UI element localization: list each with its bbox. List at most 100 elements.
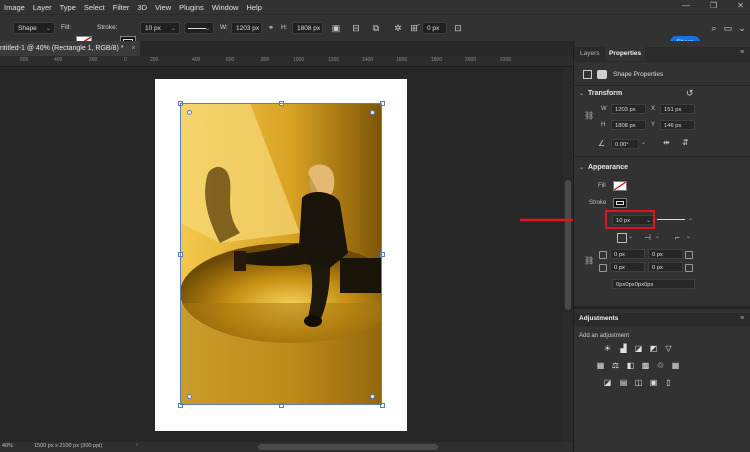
corners-all-value: 0px0px0px0px: [616, 282, 654, 288]
chevron-down-icon[interactable]: ⌄: [579, 90, 584, 97]
menu-image[interactable]: Image: [0, 3, 29, 12]
fill-swatch[interactable]: [613, 181, 627, 191]
x-field[interactable]: 151 px: [660, 104, 695, 114]
reset-transform-icon[interactable]: ↺: [686, 88, 694, 99]
search-icon[interactable]: ⌕: [708, 22, 720, 34]
chevron-right-icon[interactable]: ›: [136, 442, 138, 448]
menu-filter[interactable]: Filter: [109, 3, 134, 12]
selective-color-icon[interactable]: ▣: [649, 378, 658, 387]
stroke-corners-icon[interactable]: ⌐: [675, 233, 680, 242]
divider: [574, 156, 750, 157]
panel-menu-icon[interactable]: ≡: [740, 49, 744, 56]
link-icon[interactable]: ⛓: [584, 111, 594, 120]
width-field[interactable]: 1203 px: [231, 22, 262, 34]
menu-select[interactable]: Select: [80, 3, 109, 12]
corner-tr-value: 0 px: [652, 252, 663, 258]
path-alignment-icon[interactable]: ⊟: [350, 22, 362, 34]
corner-bottom-right-field[interactable]: 0 px: [648, 262, 683, 272]
link-icon[interactable]: ⛓: [584, 256, 594, 265]
corner-top-right-field[interactable]: 0 px: [648, 249, 683, 259]
stroke-swatch[interactable]: [613, 198, 627, 208]
menu-3d[interactable]: 3D: [133, 3, 151, 12]
tab-layers[interactable]: Layers: [576, 47, 604, 61]
stroke-type-select[interactable]: ⌄: [184, 22, 214, 34]
corner-radius-field[interactable]: 0 px: [422, 22, 447, 34]
w-field[interactable]: 1203 px: [611, 104, 646, 114]
corners-all-field[interactable]: 0px0px0px0px: [612, 279, 695, 289]
x-label: X: [651, 106, 656, 112]
appearance-title: Appearance: [588, 164, 629, 171]
brightness-icon[interactable]: ☀: [603, 344, 612, 353]
menu-layer[interactable]: Layer: [29, 3, 56, 12]
stroke-type-select[interactable]: ⌄: [657, 215, 693, 225]
tab-properties[interactable]: Properties: [605, 47, 646, 61]
gradient-map-icon[interactable]: ▯: [664, 378, 673, 387]
hue-saturation-icon[interactable]: ▦: [596, 361, 605, 370]
restore-button[interactable]: ❐: [710, 1, 717, 10]
vertical-scroll-thumb[interactable]: [565, 180, 571, 310]
menu-plugins[interactable]: Plugins: [175, 3, 208, 12]
color-balance-icon[interactable]: ⚖: [611, 361, 620, 370]
y-label: Y: [651, 122, 656, 128]
divider: [574, 85, 750, 86]
invert-icon[interactable]: ◪: [603, 378, 612, 387]
x-value: 151 px: [664, 107, 682, 113]
document-tab[interactable]: ntitled-1 @ 40% (Rectangle 1, RGB/8) * ×: [0, 41, 140, 56]
corner-top-left-field[interactable]: 0 px: [610, 249, 645, 259]
path-arrangement-icon[interactable]: ⧉: [370, 22, 382, 34]
menu-type[interactable]: Type: [56, 3, 80, 12]
h-field[interactable]: 1808 px: [611, 120, 646, 130]
menu-view[interactable]: View: [151, 3, 175, 12]
ruler-tick: 600: [20, 57, 29, 63]
threshold-icon[interactable]: ◫: [634, 378, 643, 387]
close-tab-icon[interactable]: ×: [131, 45, 135, 52]
minimize-button[interactable]: —: [682, 1, 690, 10]
fill-label: Fill: [598, 183, 606, 189]
chevron-down-icon[interactable]: ⌄: [686, 233, 691, 240]
path-operations-icon[interactable]: ▣: [330, 22, 342, 34]
zoom-level[interactable]: 40%: [2, 443, 13, 449]
shape-mode-select[interactable]: Shape ⌄: [13, 22, 55, 34]
levels-icon[interactable]: ▟: [619, 344, 628, 353]
flip-horizontal-icon[interactable]: ⇹: [663, 138, 670, 147]
channel-mixer-icon[interactable]: ♲: [656, 361, 665, 370]
workspace-icon[interactable]: ▭: [722, 22, 734, 34]
close-window-button[interactable]: ✕: [737, 1, 744, 10]
posterize-icon[interactable]: ▤: [619, 378, 628, 387]
photo-filter-icon[interactable]: ▩: [641, 361, 650, 370]
color-lookup-icon[interactable]: ▦: [671, 361, 680, 370]
corner-br-value: 0 px: [652, 265, 663, 271]
flip-vertical-icon[interactable]: ⇵: [682, 138, 689, 147]
gear-icon[interactable]: ✲: [392, 22, 404, 34]
highlight-box: [605, 210, 655, 229]
chevron-down-icon[interactable]: ⌄: [655, 233, 660, 240]
curves-icon[interactable]: ◪: [634, 344, 643, 353]
exposure-icon[interactable]: ◩: [649, 344, 658, 353]
chevron-down-icon[interactable]: ⌄: [641, 139, 646, 146]
stroke-caps-icon[interactable]: ⊣: [644, 233, 651, 242]
height-field[interactable]: 1808 px: [292, 22, 323, 34]
menu-window[interactable]: Window: [208, 3, 243, 12]
mask-icon: [597, 70, 607, 79]
black-white-icon[interactable]: ◧: [626, 361, 635, 370]
panel-menu-icon[interactable]: ≡: [740, 315, 744, 322]
menu-help[interactable]: Help: [242, 3, 265, 12]
stroke-width-field[interactable]: 10 px ⌄: [140, 22, 180, 34]
stroke-align-icon[interactable]: [617, 233, 627, 243]
y-field[interactable]: 146 px: [660, 120, 695, 130]
angle-field[interactable]: 0.00°: [611, 139, 639, 149]
tab-adjustments[interactable]: Adjustments: [579, 315, 618, 322]
angle-icon: ∠: [598, 139, 606, 148]
corner-bottom-left-field[interactable]: 0 px: [610, 262, 645, 272]
vibrance-icon[interactable]: ▽: [664, 344, 673, 353]
link-icon[interactable]: ⚭: [265, 22, 277, 34]
corner-icon: [685, 251, 693, 259]
corner-bl-value: 0 px: [614, 265, 625, 271]
document-size: 1500 px x 2100 px (300 ppi): [34, 443, 103, 449]
reset-icon[interactable]: ⊡: [452, 22, 464, 34]
horizontal-scroll-thumb[interactable]: [258, 444, 438, 450]
chevron-down-icon[interactable]: ⌄: [628, 233, 633, 240]
chevron-down-icon[interactable]: ⌄: [736, 22, 748, 34]
chevron-down-icon[interactable]: ⌄: [579, 164, 584, 171]
ruler-tick: 1200: [328, 57, 340, 63]
